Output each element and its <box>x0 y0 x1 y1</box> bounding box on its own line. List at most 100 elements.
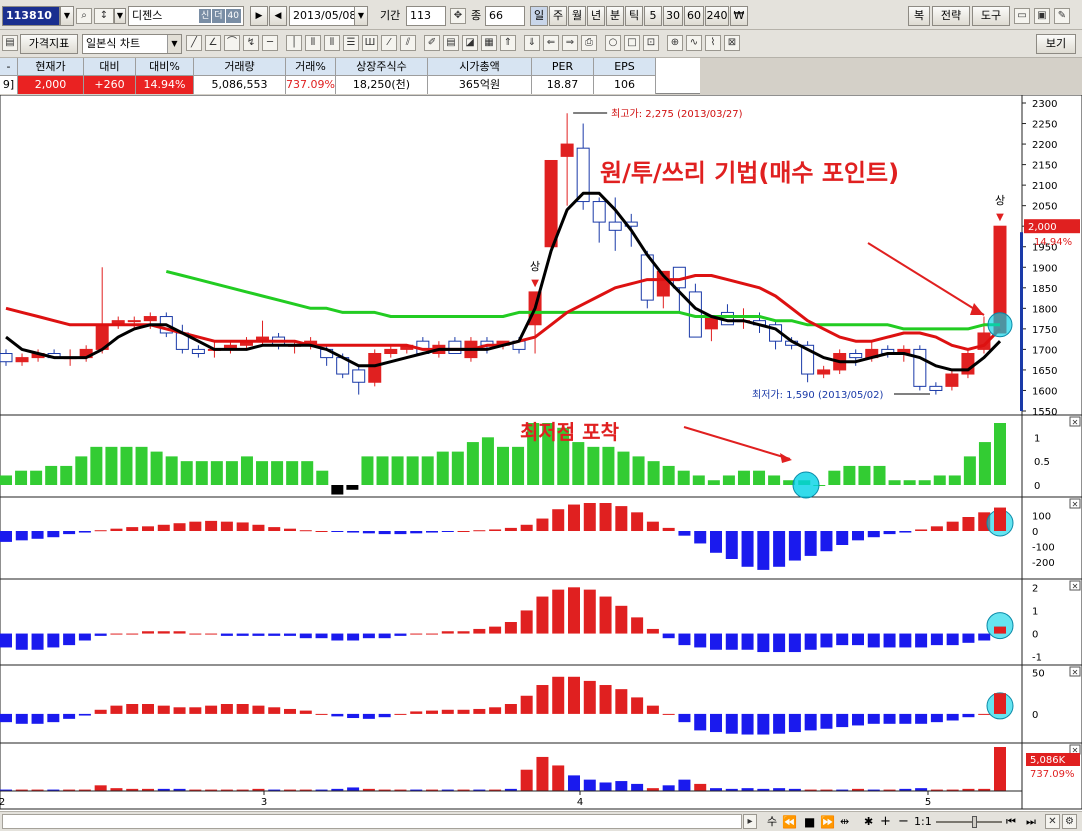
period-input[interactable]: 113 <box>406 6 446 26</box>
note-icon[interactable]: ⎙ <box>581 35 597 51</box>
pen-icon[interactable]: ✐ <box>424 35 440 51</box>
stock-code-field[interactable]: 113810 <box>2 6 60 26</box>
first-page-icon[interactable]: ⏮ <box>1006 812 1016 831</box>
timeframe-button[interactable]: 분 <box>606 6 624 26</box>
chart-scroll-bar: ▸ 수 ⏪ ■ ⏩ ⇹ ✱ + − 1:1 ⏮ ⏭ ✕ ⚙ <box>0 811 1082 831</box>
parallel-icon[interactable]: ⫽ <box>400 35 416 51</box>
crosshair-icon[interactable]: ✥ <box>450 8 466 24</box>
scroll-track[interactable] <box>2 814 742 829</box>
ind1-bar <box>788 531 801 561</box>
fan-icon[interactable]: ↯ <box>243 35 259 51</box>
magnet-icon[interactable]: ⊕ <box>667 35 683 51</box>
timeframe-button[interactable]: 년 <box>587 6 605 26</box>
zoom-out-icon[interactable]: − <box>898 812 909 831</box>
ind3-tick-label: 0 <box>1032 710 1038 721</box>
folder-icon[interactable]: ▭ <box>1014 8 1030 24</box>
color-icon[interactable]: ◪ <box>462 35 478 51</box>
ind3-bar <box>536 685 549 714</box>
spread-icon[interactable]: ⌇ <box>705 35 721 51</box>
volume-bar <box>615 781 628 791</box>
rect-icon[interactable]: □ <box>624 35 640 51</box>
stop-icon[interactable]: ■ <box>804 812 815 831</box>
volume-ratio-bar <box>436 451 449 485</box>
grid-icon[interactable]: ▤ <box>443 35 459 51</box>
wave-icon[interactable]: ∿ <box>686 35 702 51</box>
forward-icon[interactable]: ⏩ <box>820 812 835 831</box>
timeframe-button[interactable]: 240 <box>705 6 729 26</box>
hline-icon[interactable]: ─ <box>262 35 278 51</box>
zoom-slider[interactable] <box>936 821 1002 823</box>
delete-icon[interactable]: ⊠ <box>724 35 740 51</box>
rewind-icon[interactable]: ⏪ <box>782 812 797 831</box>
favorite-button[interactable]: 복 <box>908 6 930 26</box>
left-arrow-icon[interactable]: ⇐ <box>543 35 559 51</box>
timeframe-button[interactable]: 30 <box>663 6 683 26</box>
save-icon[interactable]: ▣ <box>1034 8 1050 24</box>
indicator-button[interactable]: 가격지표 <box>20 34 78 54</box>
cycle-icon[interactable]: Ш <box>362 35 378 51</box>
volume-ratio-bar <box>873 465 886 485</box>
circle-icon[interactable]: ○ <box>605 35 621 51</box>
pin-icon[interactable]: ✱ <box>864 812 873 831</box>
gann-icon[interactable]: ⫴ <box>324 35 340 51</box>
timeframe-button[interactable]: 주 <box>549 6 567 26</box>
fill-icon[interactable]: ▦ <box>481 35 497 51</box>
pane-settings-icon[interactable]: ⚙ <box>1062 814 1077 829</box>
period-label: 기간 <box>380 9 401 22</box>
tools-button[interactable]: 도구 <box>972 6 1010 26</box>
ruler-icon[interactable]: ⇹ <box>840 812 849 831</box>
vline-icon[interactable]: │ <box>286 35 302 51</box>
wrench-icon[interactable]: ✎ <box>1054 8 1070 24</box>
timeframe-button[interactable]: ₩ <box>730 6 748 26</box>
fib-icon[interactable]: ⫴ <box>305 35 321 51</box>
strategy-button[interactable]: 전략 <box>932 6 970 26</box>
trendline-icon[interactable]: ╱ <box>186 35 202 51</box>
arc-icon[interactable]: ⌒ <box>224 35 240 51</box>
ind1-bar <box>694 531 707 544</box>
timeframe-button[interactable]: 틱 <box>625 6 643 26</box>
volume-ratio-bar <box>512 446 525 485</box>
zoom-in-icon[interactable]: + <box>880 812 891 831</box>
volume-ratio-bar <box>948 475 961 485</box>
ray-icon[interactable]: ⁄ <box>381 35 397 51</box>
ind3-bar <box>741 713 754 735</box>
ind3-bar <box>394 713 407 715</box>
timeframe-button[interactable]: 월 <box>568 6 586 26</box>
ind2-bar <box>63 633 76 646</box>
date-field[interactable]: 2013/05/08 <box>289 6 355 26</box>
code-dropdown-button[interactable]: ▼ <box>60 6 74 26</box>
x-tick-label: 4 <box>577 797 583 808</box>
stock-chart[interactable]: ✕✕✕✕✕15501600165017001750180018501900195… <box>0 95 1082 811</box>
search-icon[interactable]: ⌕ <box>76 8 92 24</box>
angle-icon[interactable]: ∠ <box>205 35 221 51</box>
ind3-bar <box>347 713 360 719</box>
down-arrow-icon[interactable]: ⇓ <box>524 35 540 51</box>
timeframe-button[interactable]: 60 <box>684 6 704 26</box>
next-arrow-icon[interactable]: ▶ <box>250 6 268 26</box>
indicator-icon[interactable]: ▤ <box>2 35 18 51</box>
chart-type-select[interactable]: 일본식 차트 ▼ <box>82 34 182 54</box>
count-input[interactable]: 66 <box>485 6 525 26</box>
sort-dropdown-button[interactable]: ▼ <box>114 8 126 24</box>
prev-arrow-icon[interactable]: ◀ <box>269 6 287 26</box>
sort-icon[interactable]: ↕ <box>94 8 114 24</box>
view-button[interactable]: 보기 <box>1036 34 1076 54</box>
timeframe-button[interactable]: 일 <box>530 6 548 26</box>
ind2-bar <box>852 633 864 646</box>
current-change-label: 14.94% <box>1034 237 1072 248</box>
right-arrow-icon[interactable]: ⇒ <box>562 35 578 51</box>
pane-close-icon[interactable]: ✕ <box>1045 814 1060 829</box>
timeframe-button[interactable]: 5 <box>644 6 662 26</box>
channel-icon[interactable]: ☰ <box>343 35 359 51</box>
up-arrow-icon[interactable]: ⇑ <box>500 35 516 51</box>
last-page-icon[interactable]: ⏭ <box>1026 812 1036 831</box>
stock-name-field[interactable]: 디젠스 신 더 40 <box>128 6 244 26</box>
scroll-right-icon[interactable]: ▸ <box>743 814 757 829</box>
select-icon[interactable]: ⊡ <box>643 35 659 51</box>
zoom-slider-thumb[interactable] <box>972 816 977 828</box>
ind2-bar <box>994 626 1006 634</box>
candle-body <box>143 316 157 322</box>
date-dropdown-button[interactable]: ▼ <box>354 6 368 26</box>
ind1-bar <box>930 526 943 531</box>
volume-ratio-bar <box>677 470 690 485</box>
